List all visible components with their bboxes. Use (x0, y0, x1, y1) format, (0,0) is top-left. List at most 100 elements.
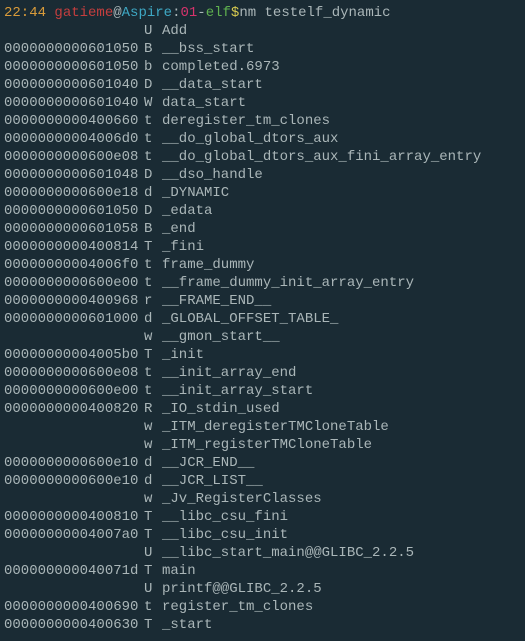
symbol-row: 00000000004006d0 t__do_global_dtors_aux (4, 130, 521, 148)
symbol-name: __bss_start (162, 40, 254, 58)
symbol-address: 0000000000400810 (4, 508, 144, 526)
symbol-row: Uprintf@@GLIBC_2.2.5 (4, 580, 521, 598)
symbol-address (4, 328, 144, 346)
symbol-name: _end (162, 220, 196, 238)
symbol-type: t (144, 130, 162, 148)
symbol-address: 0000000000600e00 (4, 274, 144, 292)
symbol-type: d (144, 310, 162, 328)
symbol-row: 0000000000601050 D_edata (4, 202, 521, 220)
symbol-name: __gmon_start__ (162, 328, 280, 346)
symbol-name: _ITM_registerTMCloneTable (162, 436, 372, 454)
symbol-type: t (144, 364, 162, 382)
symbol-type: t (144, 382, 162, 400)
symbol-address: 00000000004006f0 (4, 256, 144, 274)
symbol-name: _DYNAMIC (162, 184, 229, 202)
symbol-address: 0000000000600e10 (4, 454, 144, 472)
symbol-name: __JCR_END__ (162, 454, 254, 472)
symbol-row: 0000000000400820 R_IO_stdin_used (4, 400, 521, 418)
symbol-type: T (144, 508, 162, 526)
symbol-type: T (144, 616, 162, 634)
symbol-type: w (144, 436, 162, 454)
symbol-type: w (144, 418, 162, 436)
symbol-name: __libc_start_main@@GLIBC_2.2.5 (162, 544, 414, 562)
symbol-row: 0000000000400690 tregister_tm_clones (4, 598, 521, 616)
symbol-type: t (144, 112, 162, 130)
symbol-type: B (144, 220, 162, 238)
symbol-address: 0000000000400630 (4, 616, 144, 634)
symbol-address: 0000000000600e18 (4, 184, 144, 202)
symbol-name: Add (162, 22, 187, 40)
symbol-name: __libc_csu_init (162, 526, 288, 544)
symbol-address: 0000000000600e08 (4, 148, 144, 166)
prompt-dir: elf (206, 4, 231, 22)
symbol-row: U__libc_start_main@@GLIBC_2.2.5 (4, 544, 521, 562)
symbol-row: 0000000000600e10 d__JCR_LIST__ (4, 472, 521, 490)
symbol-type: w (144, 490, 162, 508)
prompt-host: Aspire (122, 4, 172, 22)
symbol-address: 0000000000400814 (4, 238, 144, 256)
symbol-address: 0000000000400690 (4, 598, 144, 616)
symbol-name: _start (162, 616, 212, 634)
symbol-name: completed.6973 (162, 58, 280, 76)
symbol-address: 0000000000601040 (4, 94, 144, 112)
symbol-type: D (144, 76, 162, 94)
symbol-name: __do_global_dtors_aux (162, 130, 338, 148)
symbol-address (4, 490, 144, 508)
symbol-row: 0000000000600e18 d_DYNAMIC (4, 184, 521, 202)
symbol-name: main (162, 562, 196, 580)
symbol-row: 0000000000601000 d_GLOBAL_OFFSET_TABLE_ (4, 310, 521, 328)
prompt-command: nm testelf_dynamic (239, 4, 390, 22)
symbol-name: __init_array_end (162, 364, 296, 382)
symbol-row: 0000000000400630 T_start (4, 616, 521, 634)
symbol-name: __FRAME_END__ (162, 292, 271, 310)
symbol-row: 00000000004006f0 tframe_dummy (4, 256, 521, 274)
symbol-name: __JCR_LIST__ (162, 472, 263, 490)
symbol-name: data_start (162, 94, 246, 112)
symbol-row: 0000000000601058 B_end (4, 220, 521, 238)
symbol-row: 0000000000600e08 t__do_global_dtors_aux_… (4, 148, 521, 166)
symbol-type: r (144, 292, 162, 310)
symbol-type: U (144, 22, 162, 40)
symbol-address: 0000000000601040 (4, 76, 144, 94)
symbol-type: T (144, 346, 162, 364)
symbol-type: t (144, 148, 162, 166)
symbol-type: U (144, 580, 162, 598)
symbol-row: w_ITM_deregisterTMCloneTable (4, 418, 521, 436)
symbol-type: d (144, 454, 162, 472)
symbol-name: _ITM_deregisterTMCloneTable (162, 418, 389, 436)
symbol-type: d (144, 472, 162, 490)
symbol-row: 0000000000400660 tderegister_tm_clones (4, 112, 521, 130)
prompt-colon: : (172, 4, 180, 22)
prompt-at: @ (113, 4, 121, 22)
symbol-type: d (144, 184, 162, 202)
symbol-row: 0000000000600e10 d__JCR_END__ (4, 454, 521, 472)
symbol-row: 0000000000600e00 t__frame_dummy_init_arr… (4, 274, 521, 292)
symbol-row: 0000000000601048 D__dso_handle (4, 166, 521, 184)
symbol-type: b (144, 58, 162, 76)
symbol-name: frame_dummy (162, 256, 254, 274)
symbol-address: 0000000000601058 (4, 220, 144, 238)
symbol-address (4, 544, 144, 562)
symbol-address (4, 418, 144, 436)
prompt-user: gatieme (54, 4, 113, 22)
prompt-time: 22:44 (4, 4, 46, 22)
symbol-row: 0000000000600e00 t__init_array_start (4, 382, 521, 400)
symbol-address (4, 436, 144, 454)
symbol-type: D (144, 202, 162, 220)
symbol-row: 0000000000601050 bcompleted.6973 (4, 58, 521, 76)
symbol-address (4, 580, 144, 598)
symbol-address: 0000000000600e00 (4, 382, 144, 400)
terminal-prompt[interactable]: 22:44 gatieme @ Aspire : 01 - elf $ nm t… (4, 4, 521, 22)
symbol-address: 0000000000601050 (4, 58, 144, 76)
symbol-row: 000000000040071d Tmain (4, 562, 521, 580)
symbol-name: printf@@GLIBC_2.2.5 (162, 580, 322, 598)
nm-output: UAdd0000000000601050 B__bss_start0000000… (4, 22, 521, 634)
symbol-address: 0000000000600e10 (4, 472, 144, 490)
symbol-address: 0000000000601048 (4, 166, 144, 184)
symbol-row: 00000000004007a0 T__libc_csu_init (4, 526, 521, 544)
symbol-address: 0000000000400820 (4, 400, 144, 418)
symbol-address: 0000000000601050 (4, 40, 144, 58)
symbol-name: _fini (162, 238, 204, 256)
symbol-address: 00000000004005b0 (4, 346, 144, 364)
symbol-name: register_tm_clones (162, 598, 313, 616)
